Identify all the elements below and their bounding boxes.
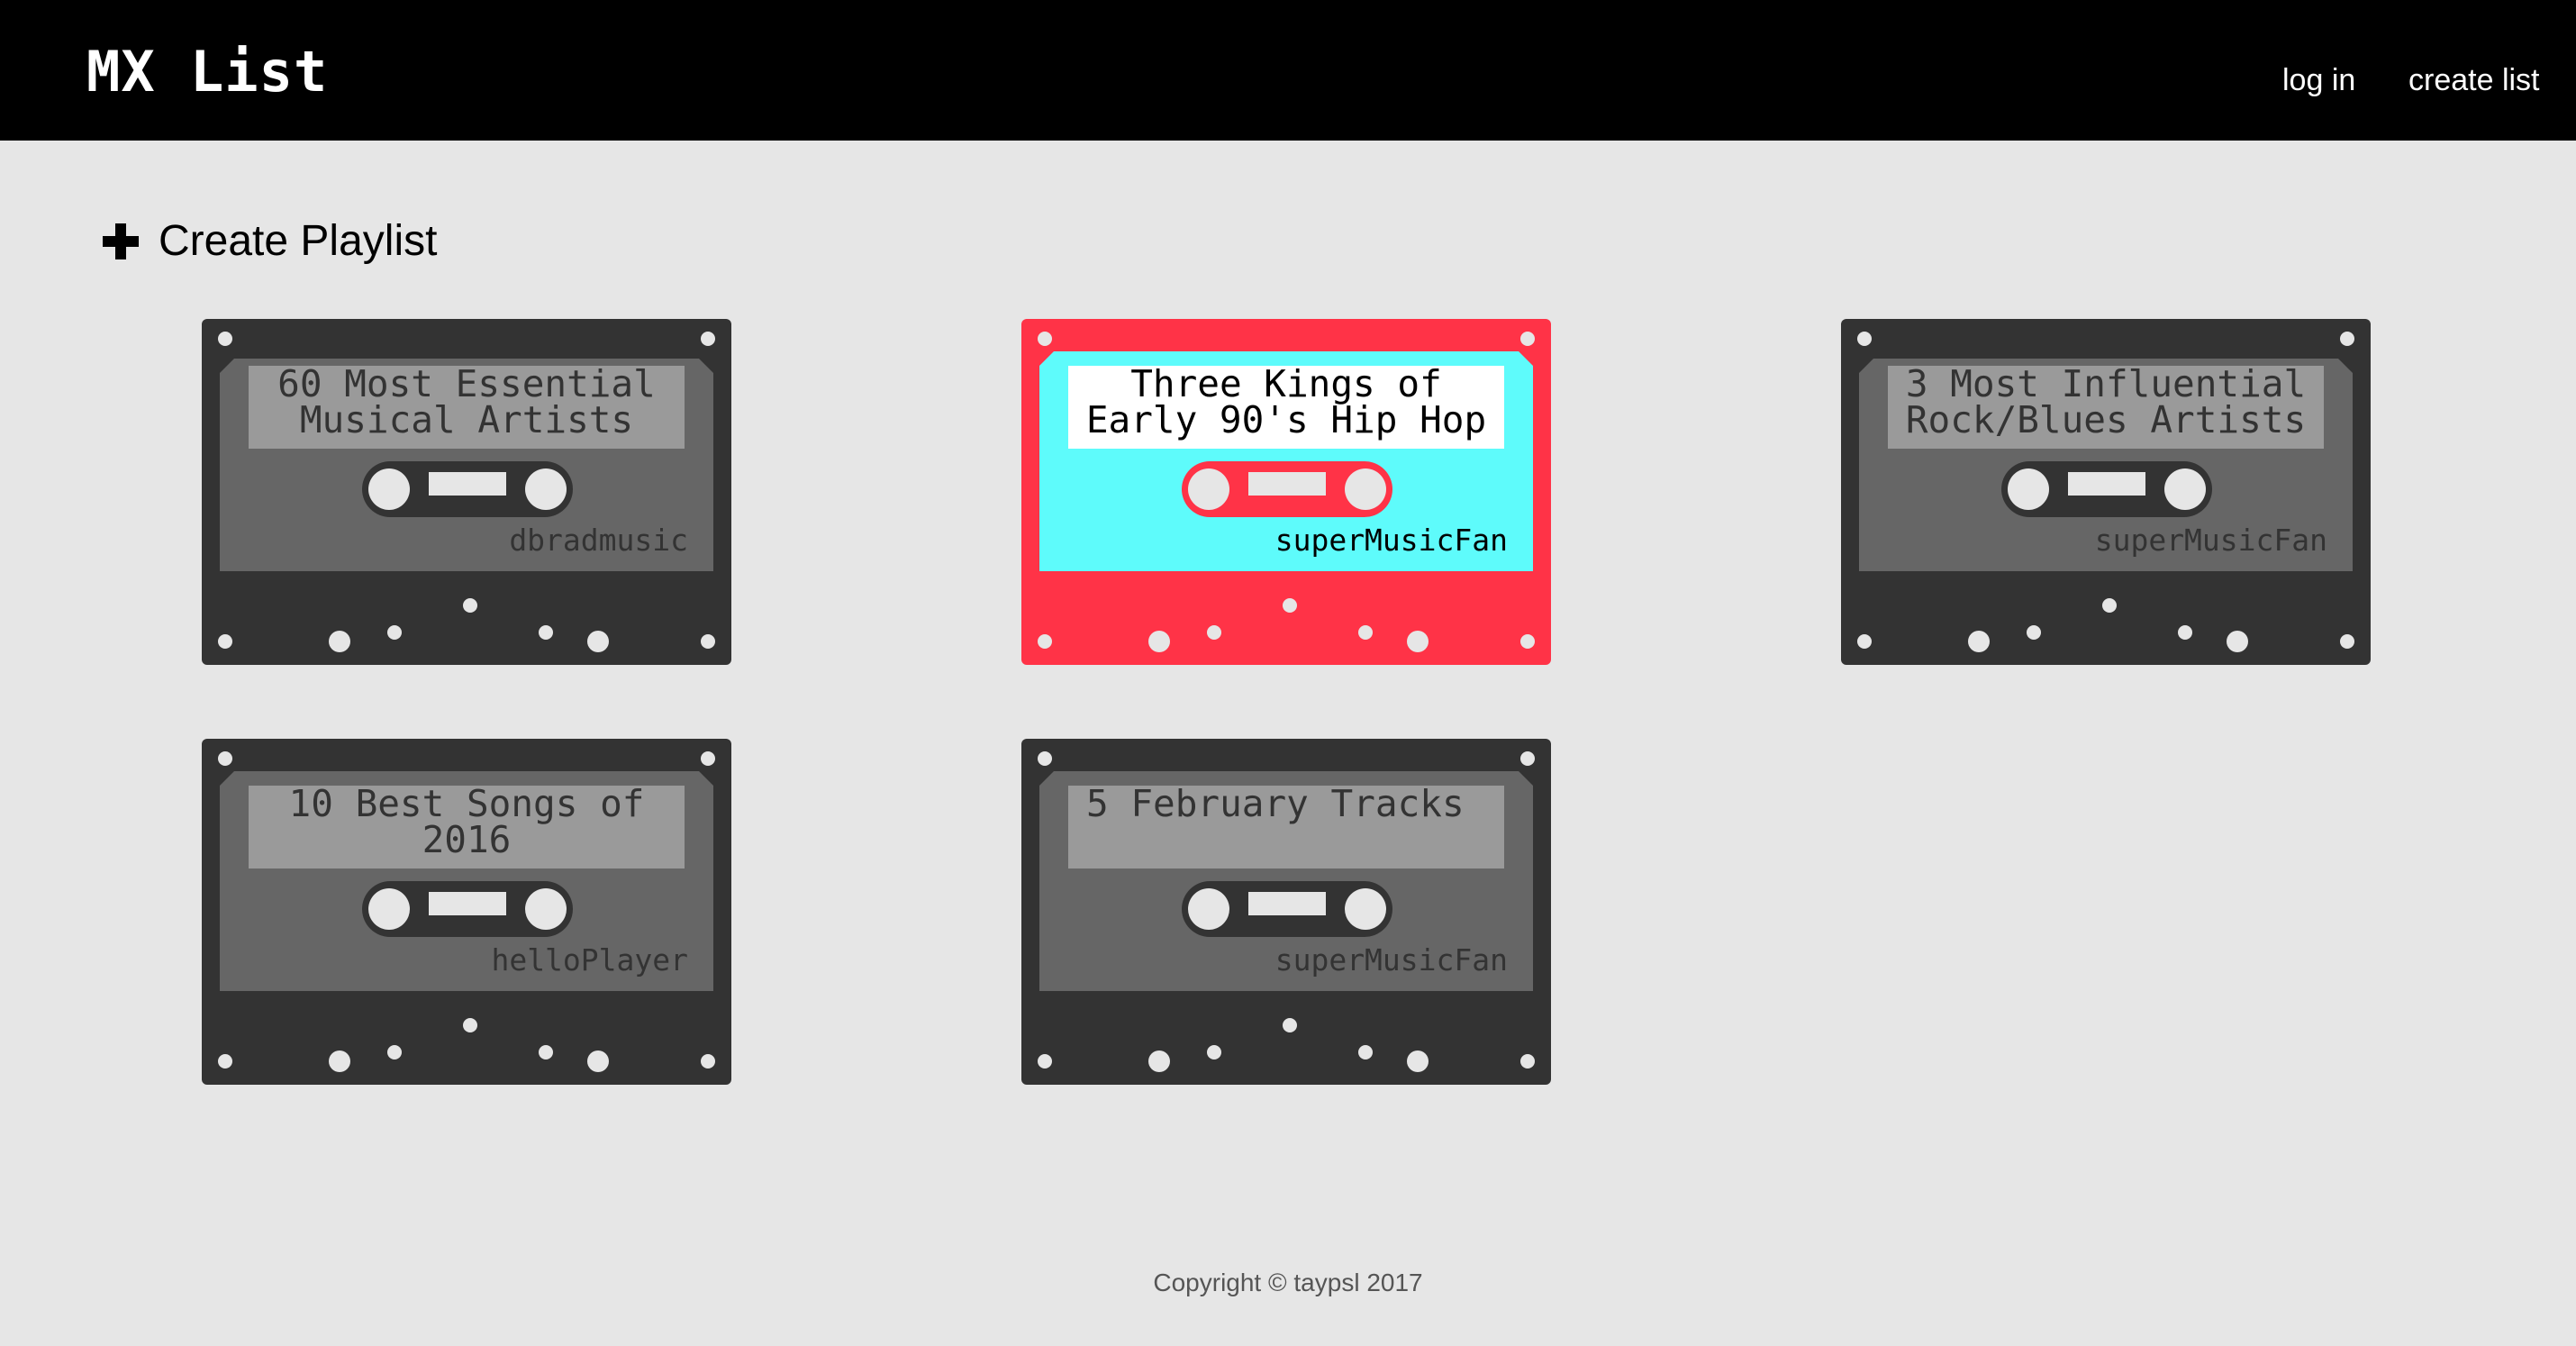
playlist-card[interactable]: Three Kings of Early 90's Hip Hop superM… — [1021, 319, 1551, 665]
playlist-card[interactable]: 5 February Tracks superMusicFan — [1021, 739, 1551, 1085]
playlist-author: superMusicFan — [2094, 523, 2327, 558]
playlist-author: helloPlayer — [491, 942, 688, 978]
playlist-title: 10 Best Songs of 2016 — [288, 786, 645, 861]
brand-logo[interactable]: MX List — [86, 40, 328, 105]
top-navbar: MX List log in create list — [0, 0, 2576, 141]
create-list-link[interactable]: create list — [2408, 59, 2540, 101]
playlist-title: 5 February Tracks — [1086, 786, 1465, 825]
create-playlist-label: Create Playlist — [159, 217, 438, 265]
create-playlist-button[interactable]: Create Playlist — [101, 213, 437, 270]
login-link[interactable]: log in — [2282, 59, 2355, 101]
playlist-author: dbradmusic — [509, 523, 688, 558]
footer-copyright: Copyright © taypsl 2017 — [1153, 1269, 1423, 1296]
playlist-title: 60 Most Essential Musical Artists — [277, 366, 656, 441]
plus-icon — [103, 223, 139, 259]
playlist-card[interactable]: 60 Most Essential Musical Artists dbradm… — [202, 319, 731, 665]
playlist-card[interactable]: 3 Most Influential Rock/Blues Artists su… — [1841, 319, 2371, 665]
playlist-author: superMusicFan — [1274, 523, 1508, 558]
playlist-title: 3 Most Influential Rock/Blues Artists — [1905, 366, 2307, 441]
playlist-title: Three Kings of Early 90's Hip Hop — [1085, 366, 1487, 441]
playlist-card[interactable]: 10 Best Songs of 2016 helloPlayer — [202, 739, 731, 1085]
playlist-author: superMusicFan — [1274, 942, 1508, 978]
